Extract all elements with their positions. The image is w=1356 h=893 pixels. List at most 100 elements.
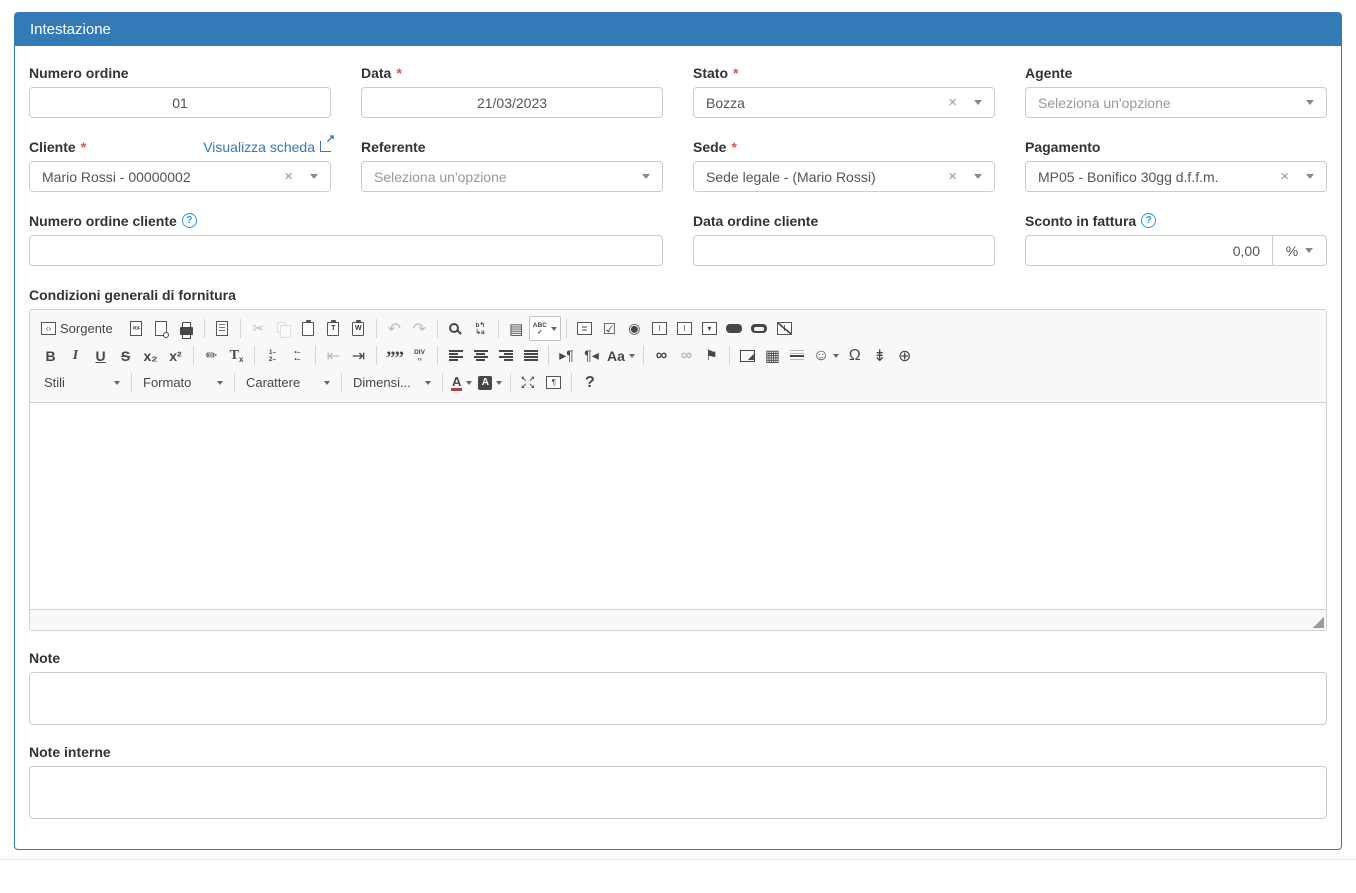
cut-button[interactable]: ✂ [246, 316, 271, 341]
quote-glyph: ” [386, 348, 395, 369]
show-blocks-button[interactable]: ¶ [541, 370, 566, 395]
remove-format-button[interactable]: Tx [224, 343, 249, 368]
export-pdf-button[interactable]: PDF [124, 316, 149, 341]
styles-combo[interactable]: Stili [38, 370, 126, 395]
checkbox-button[interactable]: ☑ [597, 316, 622, 341]
copy-button[interactable] [271, 316, 296, 341]
hidden-field-button[interactable]: I [772, 316, 797, 341]
align-justify-button[interactable] [518, 343, 543, 368]
help-icon[interactable]: ? [1141, 213, 1156, 228]
clear-icon[interactable]: × [1280, 169, 1289, 184]
toolbar-separator [254, 346, 255, 365]
font-combo[interactable]: Carattere [240, 370, 336, 395]
sconto-unit-select[interactable]: % [1273, 235, 1327, 266]
button-field-button[interactable] [722, 316, 747, 341]
page-break-button[interactable]: ⇟ [867, 343, 892, 368]
horizontal-rule-button[interactable] [785, 343, 810, 368]
bg-color-button[interactable]: A [475, 370, 505, 395]
align-center-button[interactable] [468, 343, 493, 368]
about-button[interactable]: ? [577, 370, 602, 395]
agente-select[interactable]: Seleziona un'opzione [1025, 87, 1327, 118]
strikethrough-button[interactable]: S [113, 343, 138, 368]
underline-button[interactable]: U [88, 343, 113, 368]
link-button[interactable]: ∞ [649, 343, 674, 368]
language-button[interactable]: Aa [604, 343, 638, 368]
stato-select[interactable]: Bozza × [693, 87, 995, 118]
resize-handle[interactable] [1313, 617, 1324, 628]
chevron-down-icon [324, 381, 330, 385]
templates-button[interactable] [210, 316, 235, 341]
replace-button[interactable]: b↰↳a [468, 316, 493, 341]
subscript-button[interactable]: x₂ [138, 343, 163, 368]
outdent-button[interactable]: ⇤ [321, 343, 346, 368]
paste-text-button[interactable]: T [321, 316, 346, 341]
help-icon[interactable]: ? [182, 213, 197, 228]
blockquote-button[interactable]: ”” [382, 343, 407, 368]
font-size-combo[interactable]: Dimensi... [347, 370, 437, 395]
cliente-select[interactable]: Mario Rossi - 00000002 × [29, 161, 331, 192]
paste-word-button[interactable]: W [346, 316, 371, 341]
smiley-button[interactable]: ☺ [810, 343, 842, 368]
toolbar-separator [510, 373, 511, 392]
table-button[interactable]: ▦ [760, 343, 785, 368]
select-field-button[interactable]: ▾ [697, 316, 722, 341]
source-button[interactable]: ‹›Sorgente [38, 316, 116, 341]
textarea-button[interactable]: I [672, 316, 697, 341]
note-interne-textarea[interactable] [29, 766, 1327, 819]
ordered-list-button[interactable]: 1–2– [260, 343, 285, 368]
unlink-button[interactable]: ∞ [674, 343, 699, 368]
pagamento-select[interactable]: MP05 - Bonifico 30gg d.f.f.m. × [1025, 161, 1327, 192]
text-direction-rtl-button[interactable]: ¶◂ [579, 343, 604, 368]
redo-button[interactable]: ↷ [407, 316, 432, 341]
editor-content[interactable] [30, 403, 1326, 609]
align-center-icon [474, 350, 488, 361]
anchor-button[interactable]: ⚑ [699, 343, 724, 368]
note-textarea[interactable] [29, 672, 1327, 725]
sede-label: Sede [693, 139, 726, 155]
image-button-button[interactable] [747, 316, 772, 341]
radio-button[interactable]: ◉ [622, 316, 647, 341]
chevron-down-icon [114, 381, 120, 385]
paste-button[interactable] [296, 316, 321, 341]
align-right-button[interactable] [493, 343, 518, 368]
referente-select[interactable]: Seleziona un'opzione [361, 161, 663, 192]
print-button[interactable] [174, 316, 199, 341]
superscript-button[interactable]: x² [163, 343, 188, 368]
format-combo[interactable]: Formato [137, 370, 229, 395]
special-char-button[interactable]: Ω [842, 343, 867, 368]
copy-formatting-button[interactable]: ✏ [199, 343, 224, 368]
iframe-button[interactable]: ⊕ [892, 343, 917, 368]
numero-ordine-input[interactable] [29, 87, 331, 118]
data-ordine-cliente-input[interactable] [693, 235, 995, 266]
data-input[interactable] [361, 87, 663, 118]
div-container-button[interactable]: DIV‹› [407, 343, 432, 368]
clip-w: W [355, 325, 362, 332]
numero-ordine-cliente-input[interactable] [29, 235, 663, 266]
clear-icon[interactable]: × [948, 169, 957, 184]
arrow-ne: ↗ [529, 376, 537, 383]
sede-select[interactable]: Sede legale - (Mario Rossi) × [693, 161, 995, 192]
page: Intestazione Numero ordine Data* Stato* … [0, 0, 1356, 860]
text-color-button[interactable]: A [448, 370, 475, 395]
sconto-input[interactable] [1025, 235, 1273, 266]
note-interne-label: Note interne [29, 744, 111, 760]
text-field-button[interactable]: I [647, 316, 672, 341]
form-button[interactable]: ≣ [572, 316, 597, 341]
image-button[interactable]: ◢ [735, 343, 760, 368]
replace-icon: b↰↳a [476, 322, 485, 336]
bulleted-list-button[interactable]: •–•– [285, 343, 310, 368]
clear-icon[interactable]: × [948, 95, 957, 110]
align-left-button[interactable] [443, 343, 468, 368]
undo-button[interactable]: ↶ [382, 316, 407, 341]
indent-button[interactable]: ⇥ [346, 343, 371, 368]
preview-button[interactable] [149, 316, 174, 341]
bold-button[interactable]: B [38, 343, 63, 368]
visualizza-scheda-link[interactable]: Visualizza scheda↗ [203, 139, 331, 155]
text-direction-ltr-button[interactable]: ▸¶ [554, 343, 579, 368]
find-button[interactable] [443, 316, 468, 341]
spellcheck-button[interactable]: ABC✓ [529, 316, 561, 341]
clear-icon[interactable]: × [284, 169, 293, 184]
select-all-button[interactable]: ▤ [504, 316, 529, 341]
maximize-button[interactable]: ↖↗↙↘ [516, 370, 541, 395]
italic-button[interactable]: I [63, 343, 88, 368]
